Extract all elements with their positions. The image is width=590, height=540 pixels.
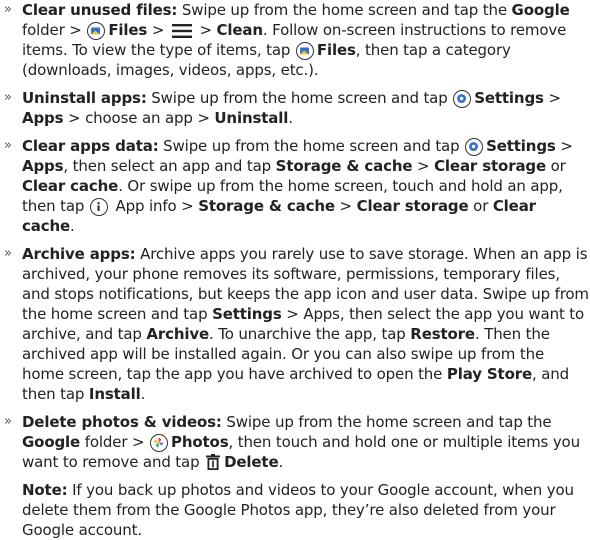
bullet-chevron: » xyxy=(4,246,12,261)
help-page: » Clear unused files: Swipe up from the … xyxy=(0,0,590,540)
tip-clear-apps-data: » Clear apps data: Swipe up from the hom… xyxy=(4,137,573,235)
bullet-chevron: » xyxy=(4,138,12,153)
tip-clear-unused-files: » Clear unused files: Swipe up from the … xyxy=(4,1,570,79)
note-paragraph: Note: If you back up photos and videos t… xyxy=(0,480,590,540)
bullet-chevron: » xyxy=(4,90,12,105)
tip-title: Clear unused files: xyxy=(22,1,178,19)
bullet-chevron: » xyxy=(4,414,12,429)
settings-gear-icon xyxy=(465,138,484,156)
info-icon xyxy=(89,198,108,216)
photos-pinwheel-icon xyxy=(150,434,168,452)
tip-uninstall-apps: » Uninstall apps: Swipe up from the home… xyxy=(4,89,561,127)
note-label: Note: xyxy=(22,481,68,499)
tip-title: Archive apps: xyxy=(22,245,136,263)
files-app-icon xyxy=(295,42,314,60)
trash-icon xyxy=(206,454,221,470)
tip-title: Delete photos & videos: xyxy=(22,413,222,431)
tip-archive-apps: » Archive apps: Archive apps you rarely … xyxy=(4,245,589,403)
bullet-chevron: » xyxy=(4,2,12,17)
tip-delete-photos-videos: » Delete photos & videos: Swipe up from … xyxy=(4,413,580,471)
settings-gear-icon xyxy=(453,90,472,108)
tip-title: Clear apps data: xyxy=(22,137,159,155)
tip-title: Uninstall apps: xyxy=(22,89,147,107)
files-app-icon xyxy=(87,22,106,40)
note-text: If you back up photos and videos to your… xyxy=(22,481,574,539)
menu-icon xyxy=(171,24,192,38)
